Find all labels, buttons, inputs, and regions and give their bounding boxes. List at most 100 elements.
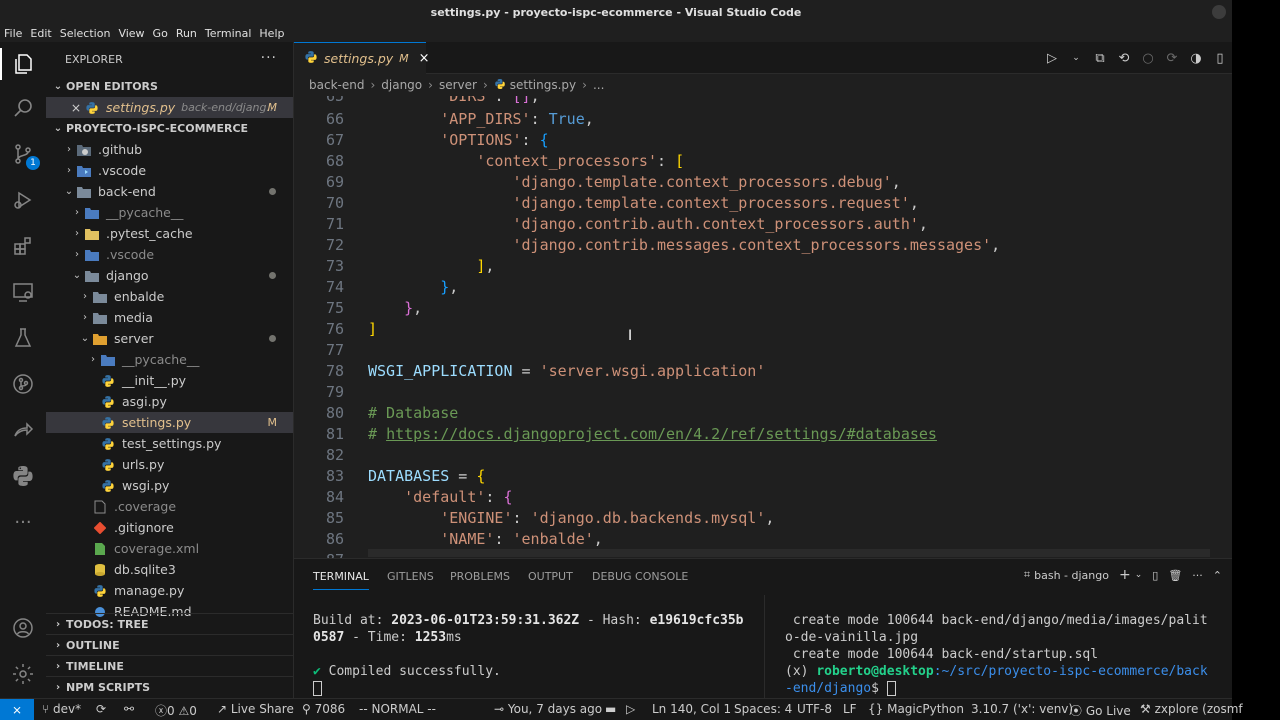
run-dropdown-icon[interactable]: ⌄ <box>1064 53 1088 63</box>
sync-icon[interactable]: ⟳ <box>96 702 106 716</box>
zxplore-status[interactable]: ⚒ zxplore (zosmf <box>1140 702 1243 716</box>
tree-folder-vscode-2[interactable]: › .vscode <box>46 244 293 265</box>
tab-close-icon[interactable]: × <box>419 51 430 66</box>
explorer-more-icon[interactable]: ··· <box>261 50 277 66</box>
close-icon[interactable]: × <box>68 100 84 115</box>
trash-icon[interactable]: 🗑 <box>1168 569 1182 582</box>
tree-folder-server[interactable]: ⌄ server <box>46 328 293 349</box>
tree-file-manage[interactable]: manage.py <box>46 580 293 601</box>
timeline-section[interactable]: › TIMELINE <box>46 655 293 676</box>
tab-debug-console[interactable]: DEBUG CONSOLE <box>592 570 688 583</box>
menu-file[interactable]: File <box>4 27 27 40</box>
tab-problems[interactable]: PROBLEMS <box>450 570 510 583</box>
open-editor-item[interactable]: × settings.py back-end/djang... M <box>46 97 293 118</box>
account-icon[interactable] <box>0 608 46 648</box>
tree-folder-pytest-cache[interactable]: › .pytest_cache <box>46 223 293 244</box>
manage-gear-icon[interactable] <box>0 654 46 694</box>
live-share-icon[interactable] <box>0 410 46 450</box>
breadcrumb-item[interactable]: django <box>381 78 422 92</box>
project-section[interactable]: ⌄ PROYECTO-ISPC-ECOMMERCE <box>46 118 293 139</box>
go-live-status[interactable]: ⦿ Go Live <box>1070 702 1131 719</box>
new-terminal-icon[interactable]: + <box>1119 567 1131 583</box>
circle-icon[interactable]: ○ <box>1136 51 1160 66</box>
breadcrumb-item[interactable]: ... <box>593 78 604 92</box>
go-back-icon[interactable]: ⟲ <box>1112 51 1136 66</box>
menu-go[interactable]: Go <box>153 27 173 40</box>
more-icon[interactable]: ··· <box>1192 569 1203 582</box>
split-terminal-icon[interactable]: ▯ <box>1152 569 1158 582</box>
breadcrumb-item[interactable]: back-end <box>309 78 364 92</box>
live-share-status[interactable]: ↗ Live Share <box>217 702 294 716</box>
end-of-line[interactable]: LF <box>843 702 857 716</box>
minimize-button[interactable] <box>1212 5 1226 19</box>
problems-status[interactable]: ⓧ0 ⚠0 <box>155 702 197 719</box>
chevron-down-icon[interactable]: ⌄ <box>1135 570 1143 580</box>
terminal-split-divider[interactable] <box>764 595 765 699</box>
todos-tree-section[interactable]: › TODOS: TREE <box>46 613 293 634</box>
explorer-icon[interactable] <box>0 44 46 84</box>
maximize-panel-icon[interactable]: ⌃ <box>1213 569 1222 582</box>
cursor-position[interactable]: Ln 140, Col 1 <box>652 702 731 716</box>
search-icon[interactable] <box>0 88 46 128</box>
code-editor[interactable]: 65 'DIRS': [], 66 'APP_DIRS': True, 67 '… <box>294 96 1232 558</box>
python-icon[interactable] <box>0 456 46 496</box>
screen-icon[interactable]: ▬ <box>605 702 616 716</box>
git-compare-icon[interactable]: ⧉ <box>1088 51 1112 66</box>
python-interpreter[interactable]: 3.10.7 ('x': venv) <box>971 702 1073 716</box>
menu-edit[interactable]: Edit <box>30 27 56 40</box>
tree-folder-github[interactable]: › .github <box>46 139 293 160</box>
tree-folder-pycache[interactable]: › __pycache__ <box>46 202 293 223</box>
split-editor-icon[interactable]: ▯ <box>1208 51 1232 66</box>
source-control-icon[interactable]: 1 <box>0 134 46 174</box>
forward-icon[interactable]: ⟳ <box>1160 51 1184 66</box>
tab-output[interactable]: OUTPUT <box>528 570 573 583</box>
menu-help[interactable]: Help <box>259 27 289 40</box>
tree-file-test-settings[interactable]: test_settings.py <box>46 433 293 454</box>
encoding[interactable]: UTF-8 <box>797 702 832 716</box>
tree-file-settings[interactable]: settings.py M <box>46 412 293 433</box>
tree-file-db[interactable]: db.sqlite3 <box>46 559 293 580</box>
menu-view[interactable]: View <box>118 27 149 40</box>
tree-folder-server-pycache[interactable]: › __pycache__ <box>46 349 293 370</box>
tree-folder-media[interactable]: › media <box>46 307 293 328</box>
tab-gitlens[interactable]: GITLENS <box>387 570 434 583</box>
tree-file-init[interactable]: __init__.py <box>46 370 293 391</box>
language-mode[interactable]: {} MagicPython <box>868 702 964 716</box>
git-graph-status-icon[interactable]: ⚯ <box>124 702 134 716</box>
breadcrumb-item[interactable]: server <box>439 78 477 92</box>
run-python-icon[interactable]: ▷ <box>1040 51 1064 66</box>
tree-file-coverage[interactable]: .coverage <box>46 496 293 517</box>
horizontal-scrollbar[interactable] <box>368 549 1210 557</box>
run-debug-icon[interactable] <box>0 180 46 220</box>
tree-folder-enbalde[interactable]: › enbalde <box>46 286 293 307</box>
breadcrumb-item[interactable]: settings.py <box>510 78 576 92</box>
tree-folder-vscode[interactable]: › .vscode <box>46 160 293 181</box>
menu-terminal[interactable]: Terminal <box>205 27 257 40</box>
outline-section[interactable]: › OUTLINE <box>46 634 293 655</box>
toggle-icon[interactable]: ◑ <box>1184 51 1208 66</box>
menu-selection[interactable]: Selection <box>60 27 116 40</box>
open-editors-section[interactable]: ⌄ OPEN EDITORS <box>46 76 293 97</box>
more-views-icon[interactable]: ··· <box>0 502 46 542</box>
tree-file-coverage-xml[interactable]: coverage.xml <box>46 538 293 559</box>
git-graph-icon[interactable] <box>0 364 46 404</box>
git-blame-status[interactable]: ⊸ You, 7 days ago <box>494 702 602 716</box>
tree-file-gitignore[interactable]: .gitignore <box>46 517 293 538</box>
remote-indicator-icon[interactable]: ⨯ <box>0 699 34 720</box>
indentation[interactable]: Spaces: 4 <box>734 702 792 716</box>
port-status[interactable]: ⚲ 7086 <box>302 702 345 716</box>
branch-status[interactable]: ⑂ dev* <box>42 702 81 716</box>
npm-scripts-section[interactable]: › NPM SCRIPTS <box>46 676 293 697</box>
extensions-icon[interactable] <box>0 226 46 266</box>
tree-file-wsgi[interactable]: wsgi.py <box>46 475 293 496</box>
tree-file-asgi[interactable]: asgi.py <box>46 391 293 412</box>
tab-terminal[interactable]: TERMINAL <box>313 570 369 590</box>
remote-explorer-icon[interactable] <box>0 272 46 312</box>
tree-folder-back-end[interactable]: ⌄ back-end <box>46 181 293 202</box>
tree-file-urls[interactable]: urls.py <box>46 454 293 475</box>
play-icon[interactable]: ▷ <box>626 702 635 716</box>
testing-icon[interactable] <box>0 318 46 358</box>
tree-folder-django[interactable]: ⌄ django <box>46 265 293 286</box>
menu-run[interactable]: Run <box>176 27 202 40</box>
tab-settings-py[interactable]: settings.py M × <box>294 42 430 74</box>
